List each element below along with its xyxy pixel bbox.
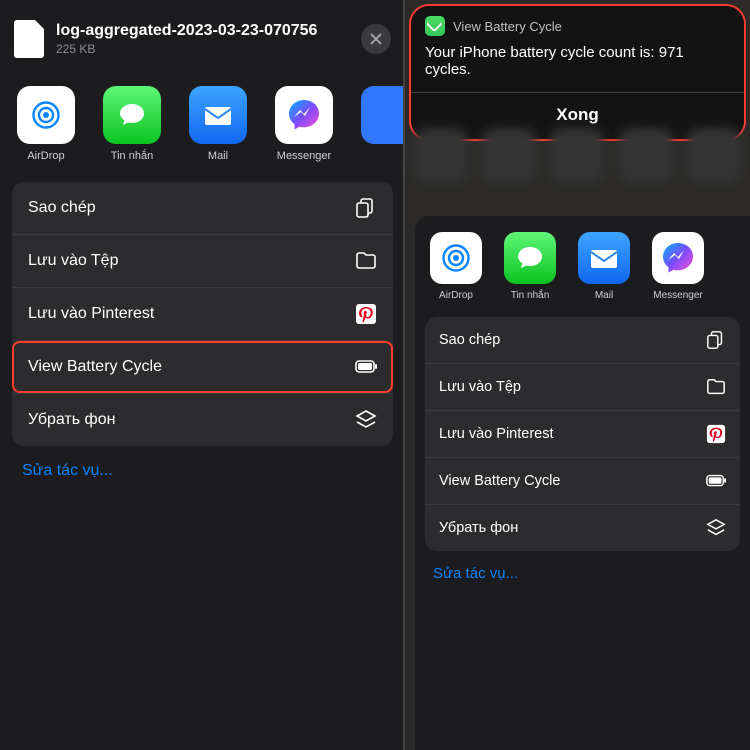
- action-label: Sao chép: [439, 332, 500, 348]
- file-header: log-aggregated-2023-03-23-070756 225 KB: [0, 0, 405, 76]
- action-label: View Battery Cycle: [439, 473, 560, 489]
- share-more[interactable]: [358, 86, 405, 162]
- action-label: Lưu vào Tệp: [28, 252, 118, 270]
- share-label: Mail: [595, 290, 613, 301]
- share-airdrop[interactable]: AirDrop: [14, 86, 78, 162]
- result-panel-right: View Battery Cycle Your iPhone battery c…: [405, 0, 750, 750]
- share-label: Tin nhắn: [511, 290, 550, 301]
- copy-icon: [355, 197, 377, 219]
- share-messenger[interactable]: Messenger: [272, 86, 336, 162]
- actions-list: Sao chép Lưu vào Tệp Lưu vào Pinterest V…: [12, 182, 393, 446]
- messenger-icon: [284, 95, 324, 135]
- pinterest-icon: [706, 424, 726, 444]
- action-remove-bg[interactable]: Убрать фон: [12, 393, 393, 446]
- mail-icon: [201, 98, 235, 132]
- battery-icon: [706, 471, 726, 491]
- share-messages[interactable]: Tin nhắn: [501, 232, 559, 301]
- share-apps-row: AirDrop Tin nhắn Mail Messenger: [0, 76, 405, 168]
- edit-actions-link[interactable]: Sửa tác vụ...: [415, 551, 750, 596]
- action-battery-cycle[interactable]: View Battery Cycle: [425, 457, 740, 504]
- action-pinterest[interactable]: Lưu vào Pinterest: [12, 287, 393, 340]
- airdrop-icon: [439, 241, 473, 275]
- airdrop-icon: [29, 98, 63, 132]
- action-label: Lưu vào Pinterest: [439, 426, 554, 442]
- document-icon: [14, 20, 44, 58]
- copy-icon: [706, 330, 726, 350]
- share-messenger[interactable]: Messenger: [649, 232, 707, 301]
- action-copy[interactable]: Sao chép: [12, 182, 393, 234]
- action-copy[interactable]: Sao chép: [425, 317, 740, 363]
- share-label: Mail: [208, 150, 228, 162]
- pinterest-icon: [355, 303, 377, 325]
- file-size: 225 KB: [56, 42, 349, 56]
- action-label: Убрать фон: [28, 411, 115, 429]
- mail-icon: [587, 241, 621, 275]
- share-mail[interactable]: Mail: [575, 232, 633, 301]
- share-airdrop[interactable]: AirDrop: [427, 232, 485, 301]
- action-save-files[interactable]: Lưu vào Tệp: [12, 234, 393, 287]
- share-sheet-right: AirDrop Tin nhắn Mail Messenger Sao chép…: [415, 216, 750, 750]
- share-label: Messenger: [277, 150, 331, 162]
- shortcut-app-icon: [425, 16, 445, 36]
- file-name: log-aggregated-2023-03-23-070756: [56, 22, 349, 40]
- action-label: Убрать фон: [439, 520, 518, 536]
- folder-icon: [706, 377, 726, 397]
- share-label: Tin nhắn: [111, 150, 153, 162]
- share-label: AirDrop: [27, 150, 64, 162]
- close-icon: [369, 32, 383, 46]
- share-mail[interactable]: Mail: [186, 86, 250, 162]
- share-label: AirDrop: [439, 290, 473, 301]
- close-button[interactable]: [361, 24, 391, 54]
- notification-banner[interactable]: View Battery Cycle Your iPhone battery c…: [411, 6, 744, 139]
- layers-icon: [706, 518, 726, 538]
- background-apps-blurred: [413, 128, 742, 202]
- action-pinterest[interactable]: Lưu vào Pinterest: [425, 410, 740, 457]
- action-label: Sao chép: [28, 199, 96, 217]
- action-battery-cycle[interactable]: View Battery Cycle: [12, 340, 393, 393]
- file-meta: log-aggregated-2023-03-23-070756 225 KB: [56, 22, 349, 56]
- share-sheet-left: log-aggregated-2023-03-23-070756 225 KB …: [0, 0, 405, 750]
- actions-list: Sao chép Lưu vào Tệp Lưu vào Pinterest V…: [425, 317, 740, 551]
- edit-actions-link[interactable]: Sửa tác vụ...: [0, 446, 405, 496]
- share-label: Messenger: [653, 290, 702, 301]
- battery-icon: [355, 356, 377, 378]
- extra-app-icon: [361, 86, 405, 144]
- layers-icon: [355, 409, 377, 431]
- notification-app-name: View Battery Cycle: [453, 19, 562, 34]
- messages-icon: [115, 98, 149, 132]
- action-label: Lưu vào Pinterest: [28, 305, 154, 323]
- messages-icon: [513, 241, 547, 275]
- action-save-files[interactable]: Lưu vào Tệp: [425, 363, 740, 410]
- messenger-icon: [658, 238, 698, 278]
- action-label: Lưu vào Tệp: [439, 379, 521, 395]
- share-apps-row: AirDrop Tin nhắn Mail Messenger: [415, 224, 750, 305]
- action-label: View Battery Cycle: [28, 358, 162, 376]
- share-messages[interactable]: Tin nhắn: [100, 86, 164, 162]
- folder-icon: [355, 250, 377, 272]
- action-remove-bg[interactable]: Убрать фон: [425, 504, 740, 551]
- notification-body: Your iPhone battery cycle count is: 971 …: [425, 44, 730, 78]
